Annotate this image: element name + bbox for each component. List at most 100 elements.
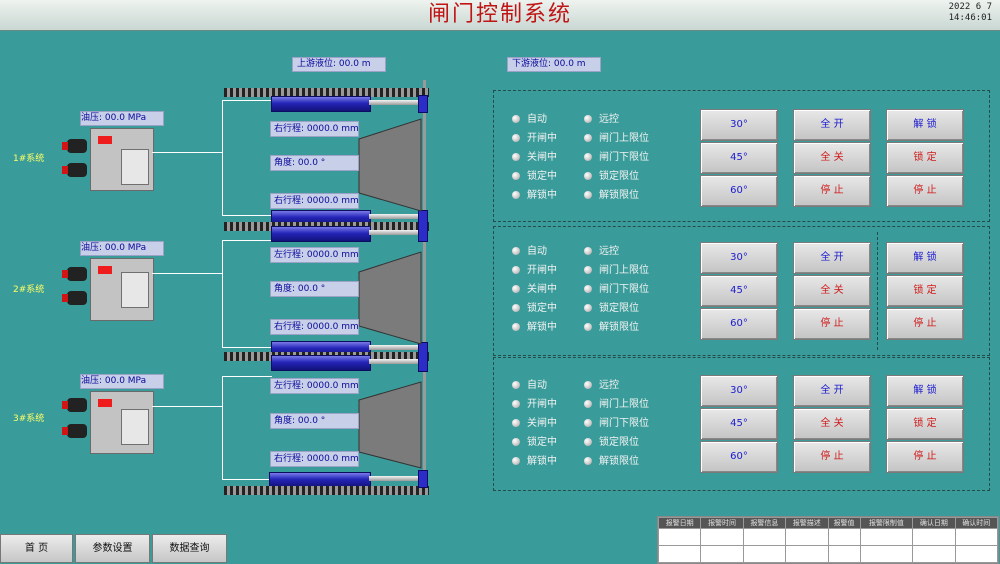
- indicator-lamp: [512, 438, 520, 446]
- pipe-line: [222, 240, 223, 348]
- stroke-readout-2-bottom: 右行程: 0000.0 mm: [270, 319, 359, 335]
- nav-home-button[interactable]: 首 页: [0, 534, 73, 563]
- angle-readout-3: 角度: 00.0 °: [270, 413, 359, 429]
- status-label: 闸门上限位: [599, 399, 649, 410]
- hydraulic-unit-1: [90, 128, 154, 191]
- nav-parameters-button[interactable]: 参数设置: [75, 534, 150, 563]
- full-open-button[interactable]: 全 开: [793, 242, 871, 274]
- pipe-line: [222, 100, 223, 216]
- status-label: 远控: [599, 246, 619, 257]
- lock-stop-button[interactable]: 停 止: [886, 175, 964, 207]
- alarm-header-cell: 报警日期: [657, 517, 702, 529]
- angle-60-button[interactable]: 60°: [700, 308, 778, 340]
- gate-stop-button[interactable]: 停 止: [793, 441, 871, 473]
- status-list-right-1: 远控 闸门上限位 闸门下限位 锁定限位 解锁限位: [584, 110, 649, 205]
- status-remote: 远控: [584, 376, 649, 395]
- cylinder: [271, 355, 371, 371]
- cylinder: [271, 96, 371, 112]
- motor-icon: [62, 139, 87, 153]
- indicator-lamp: [584, 266, 592, 274]
- status-lock-limit: 锁定限位: [584, 299, 649, 318]
- pipe-line: [222, 376, 272, 377]
- upstream-level: 上游液位: 00.0 m: [292, 57, 386, 72]
- status-upper-limit: 闸门上限位: [584, 261, 649, 280]
- piston-rod: [369, 359, 419, 364]
- status-label: 自动: [527, 380, 547, 391]
- alarm-header-cell: 报警信息: [742, 517, 787, 529]
- unlock-button[interactable]: 解 锁: [886, 109, 964, 141]
- status-label: 闸门下限位: [599, 152, 649, 163]
- status-label: 开闸中: [527, 265, 557, 276]
- status-closing: 关闸中: [512, 280, 557, 299]
- status-unlocking: 解锁中: [512, 186, 557, 205]
- page-title: 闸门控制系统: [427, 2, 572, 27]
- angle-60-button[interactable]: 60°: [700, 175, 778, 207]
- motor-icon: [62, 267, 87, 281]
- status-label: 自动: [527, 114, 547, 125]
- lock-button[interactable]: 锁 定: [886, 275, 964, 307]
- angle-60-button[interactable]: 60°: [700, 441, 778, 473]
- pipe-line: [222, 479, 272, 480]
- angle-45-button[interactable]: 45°: [700, 142, 778, 174]
- status-unlocking: 解锁中: [512, 452, 557, 471]
- status-label: 关闸中: [527, 152, 557, 163]
- motor-icon: [62, 424, 87, 438]
- alarm-header-cell: 报警描述: [785, 517, 829, 529]
- pipe-line: [152, 152, 222, 153]
- alarm-table-header: 报警日期 报警时间 报警信息 报警描述 报警值 报警限制值 确认日期 确认时间: [657, 517, 999, 529]
- full-close-button[interactable]: 全 关: [793, 408, 871, 440]
- lock-button[interactable]: 锁 定: [886, 142, 964, 174]
- cylinder: [271, 226, 371, 242]
- table-row[interactable]: [657, 545, 999, 563]
- status-label: 锁定限位: [599, 437, 639, 448]
- indicator-lamp: [512, 285, 520, 293]
- cylinder-head: [418, 95, 428, 113]
- motor-icon: [62, 291, 87, 305]
- datetime: 2022 6 7 14:46:01: [922, 2, 992, 24]
- full-close-button[interactable]: 全 关: [793, 142, 871, 174]
- table-row[interactable]: [657, 528, 999, 546]
- status-list-left-3: 自动 开闸中 关闸中 锁定中 解锁中: [512, 376, 557, 471]
- full-close-button[interactable]: 全 关: [793, 275, 871, 307]
- status-label: 解锁限位: [599, 190, 639, 201]
- angle-30-button[interactable]: 30°: [700, 375, 778, 407]
- status-unlocking: 解锁中: [512, 318, 557, 337]
- status-opening: 开闸中: [512, 129, 557, 148]
- gate-stop-button[interactable]: 停 止: [793, 308, 871, 340]
- full-open-button[interactable]: 全 开: [793, 109, 871, 141]
- alarm-header-cell: 报警值: [827, 517, 861, 529]
- pipe-line: [222, 376, 223, 480]
- angle-30-button[interactable]: 30°: [700, 242, 778, 274]
- status-lock-limit: 锁定限位: [584, 433, 649, 452]
- alarm-lamp-3: [98, 399, 112, 407]
- angle-readout-2: 角度: 00.0 °: [270, 281, 359, 297]
- lock-stop-button[interactable]: 停 止: [886, 441, 964, 473]
- lock-button[interactable]: 锁 定: [886, 408, 964, 440]
- lock-stop-button[interactable]: 停 止: [886, 308, 964, 340]
- pipe-line: [222, 240, 272, 241]
- gate-stop-button[interactable]: 停 止: [793, 175, 871, 207]
- indicator-lamp: [584, 419, 592, 427]
- nav-data-query-button[interactable]: 数据查询: [152, 534, 227, 563]
- motor-icon: [62, 163, 87, 177]
- status-lower-limit: 闸门下限位: [584, 148, 649, 167]
- indicator-lamp: [584, 304, 592, 312]
- status-label: 解锁限位: [599, 456, 639, 467]
- full-open-button[interactable]: 全 开: [793, 375, 871, 407]
- angle-45-button[interactable]: 45°: [700, 275, 778, 307]
- status-label: 远控: [599, 380, 619, 391]
- indicator-lamp: [512, 266, 520, 274]
- alarm-table[interactable]: 报警日期 报警时间 报警信息 报警描述 报警值 报警限制值 确认日期 确认时间: [657, 516, 999, 564]
- downstream-level: 下游液位: 00.0 m: [507, 57, 601, 72]
- unlock-button[interactable]: 解 锁: [886, 242, 964, 274]
- oil-pressure-3: 油压: 00.0 MPa: [80, 374, 164, 389]
- angle-30-button[interactable]: 30°: [700, 109, 778, 141]
- status-label: 开闸中: [527, 399, 557, 410]
- indicator-lamp: [512, 400, 520, 408]
- angle-45-button[interactable]: 45°: [700, 408, 778, 440]
- chain: [224, 486, 429, 495]
- oil-pressure-1: 油压: 00.0 MPa: [80, 111, 164, 126]
- unlock-button[interactable]: 解 锁: [886, 375, 964, 407]
- stroke-readout-3-bottom: 右行程: 0000.0 mm: [270, 451, 359, 467]
- status-label: 闸门下限位: [599, 284, 649, 295]
